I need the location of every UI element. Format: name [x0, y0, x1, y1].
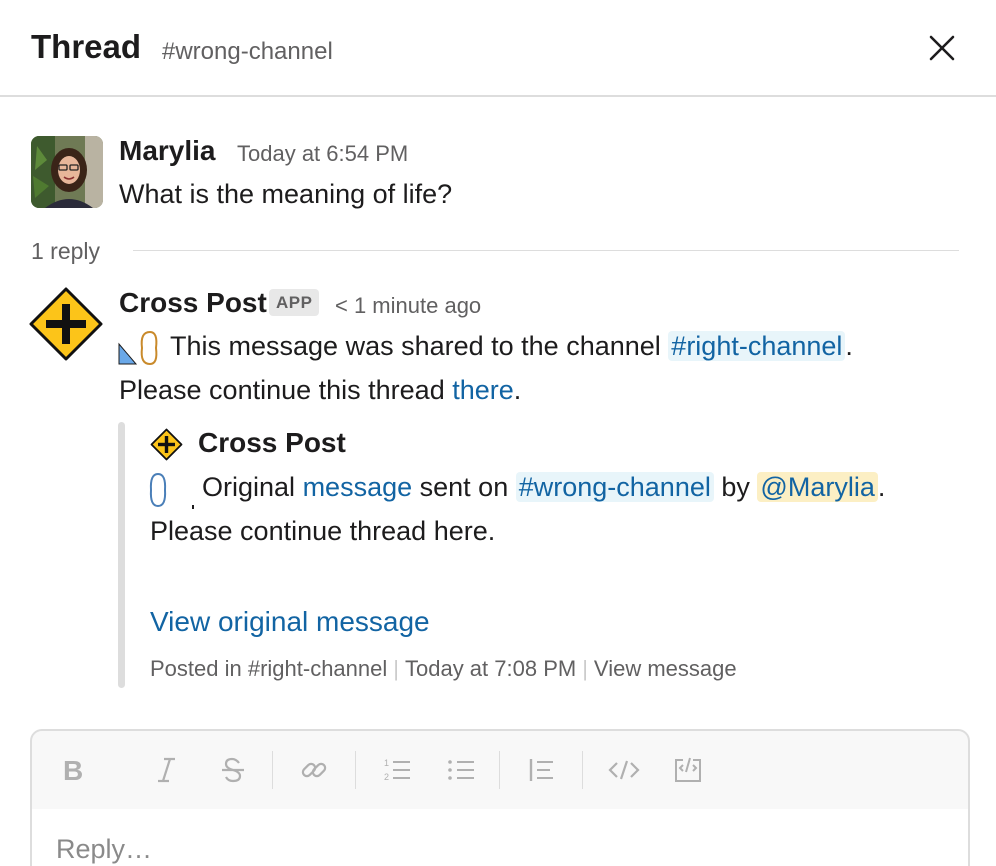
- user-mention[interactable]: @Marylia: [757, 472, 878, 502]
- attachment-line1-prefix: Original: [202, 472, 296, 502]
- svg-text:B: B: [63, 755, 83, 785]
- bulleted-list-icon: [448, 760, 474, 780]
- app-avatar[interactable]: [29, 287, 103, 361]
- link-icon: [301, 762, 327, 778]
- attachment-bar: [118, 422, 125, 688]
- there-link[interactable]: there: [452, 375, 514, 405]
- reply-text-line1: This message was shared to the channel #…: [170, 331, 853, 362]
- thread-channel-name[interactable]: #wrong-channel: [162, 38, 333, 66]
- thread-header: Thread #wrong-channel: [0, 0, 996, 97]
- view-message-link[interactable]: View message: [594, 656, 737, 681]
- blockquote-icon: [529, 759, 553, 781]
- attachment-author[interactable]: Cross Post: [198, 427, 346, 459]
- toolbar-separator: [582, 751, 583, 789]
- attachment-line2: Please continue thread here.: [150, 516, 496, 546]
- attachment-line1-suffix: .: [877, 472, 886, 502]
- emoji-placeholder-icon: [118, 330, 162, 366]
- reply-input[interactable]: [56, 827, 936, 866]
- strikethrough-button[interactable]: [216, 753, 250, 787]
- reply-input-area: [32, 809, 968, 866]
- close-icon: [929, 35, 955, 61]
- app-badge: APP: [269, 289, 320, 316]
- code-button[interactable]: [607, 753, 641, 787]
- reply-text-line2-suffix: .: [513, 375, 522, 405]
- crossroad-sign-icon: [29, 287, 103, 361]
- reply-text-line2-prefix: Please continue this thread: [119, 375, 445, 405]
- attachment-line1: Original message sent on #wrong-channel …: [202, 472, 885, 503]
- message-timestamp[interactable]: Today at 6:54 PM: [237, 141, 408, 167]
- view-original-message-link[interactable]: View original message: [150, 606, 430, 638]
- ordered-list-icon: 1 2: [384, 758, 410, 782]
- bold-icon: B: [63, 755, 83, 785]
- attachment-author-icon: [150, 428, 183, 461]
- toolbar-separator: [272, 751, 273, 789]
- strikethrough-icon: [222, 757, 244, 783]
- message-text: What is the meaning of life?: [119, 179, 453, 209]
- toolbar-separator: [499, 751, 500, 789]
- user-photo-icon: [31, 136, 103, 208]
- ordered-list-button[interactable]: 1 2: [380, 753, 414, 787]
- attachment-line1-mid: sent on: [419, 472, 509, 502]
- formatting-toolbar: B 1 2: [32, 731, 968, 807]
- reply-author[interactable]: Cross Post: [119, 287, 267, 319]
- reply-composer: B 1 2: [30, 729, 970, 866]
- emoji-placeholder-icon: [148, 470, 196, 510]
- reply-timestamp[interactable]: < 1 minute ago: [335, 293, 481, 319]
- message-link[interactable]: message: [303, 472, 413, 502]
- reply-divider: [133, 250, 959, 251]
- italic-icon: [158, 757, 175, 783]
- code-block-icon: [675, 757, 701, 782]
- attachment-footer: Posted in #right-channel | Today at 7:08 P…: [150, 656, 737, 682]
- thread-title: Thread: [31, 28, 142, 65]
- crossroad-sign-icon: [150, 428, 183, 461]
- reply-text-suffix: .: [845, 331, 853, 361]
- reply-count: 1 reply: [31, 238, 101, 264]
- svg-text:1: 1: [384, 758, 389, 768]
- avatar[interactable]: [31, 136, 103, 208]
- message-author[interactable]: Marylia: [119, 135, 216, 167]
- bulleted-list-button[interactable]: [444, 753, 478, 787]
- code-block-button[interactable]: [671, 753, 705, 787]
- footer-separator: |: [393, 656, 399, 681]
- blockquote-button[interactable]: [524, 753, 558, 787]
- toolbar-separator: [355, 751, 356, 789]
- attachment-line1-by: by: [721, 472, 750, 502]
- reply-text-line2: Please continue this thread there.: [119, 375, 521, 406]
- wrong-channel-link[interactable]: #wrong-channel: [515, 472, 714, 502]
- link-button[interactable]: [297, 753, 331, 787]
- posted-in-link[interactable]: Posted in #right-channel: [150, 656, 387, 681]
- footer-separator: |: [582, 656, 588, 681]
- bold-button[interactable]: B: [56, 753, 90, 787]
- code-icon: [608, 760, 640, 780]
- italic-button[interactable]: [150, 753, 184, 787]
- svg-text:2: 2: [384, 772, 389, 782]
- reply-text-prefix: This message was shared to the channel: [170, 331, 661, 361]
- close-button[interactable]: [924, 30, 960, 66]
- right-channel-link[interactable]: #right-channel: [668, 331, 846, 361]
- footer-timestamp[interactable]: Today at 7:08 PM: [405, 656, 576, 681]
